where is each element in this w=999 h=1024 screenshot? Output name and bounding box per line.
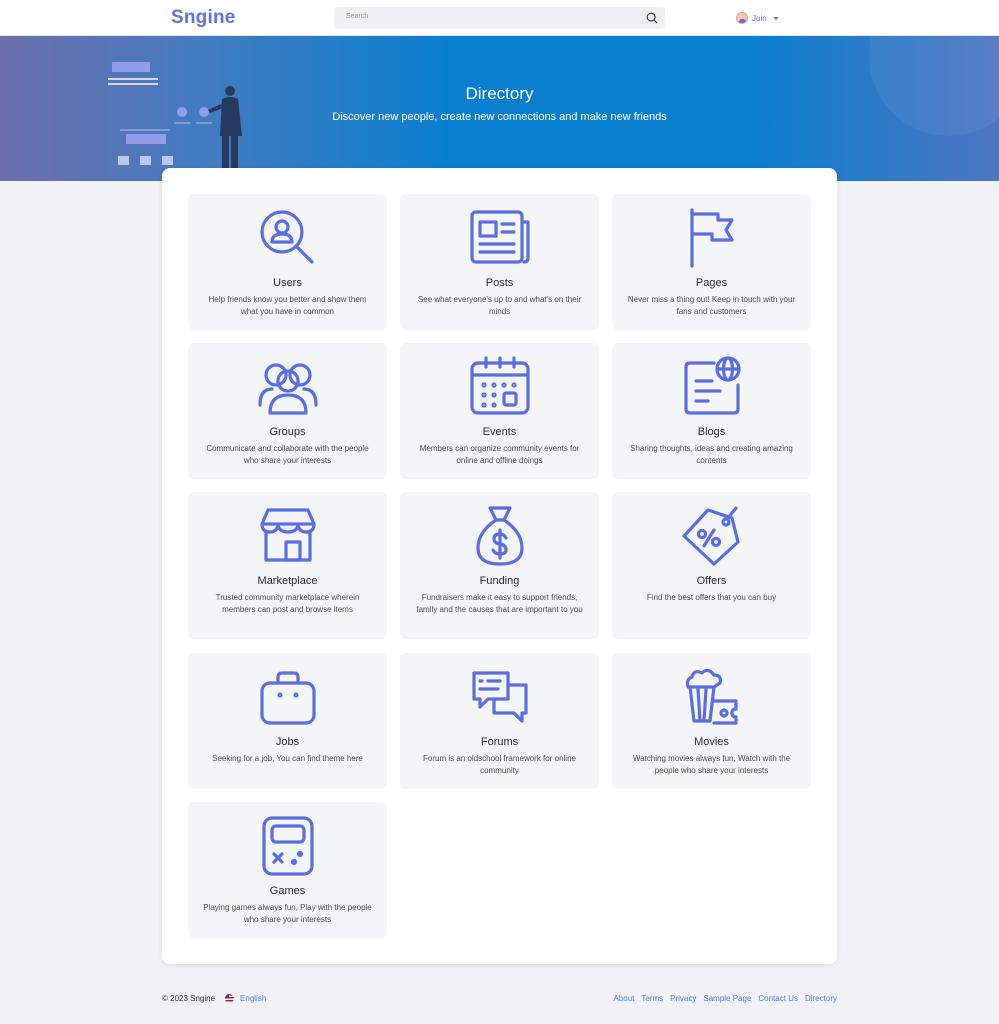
tile-title: Groups <box>269 426 306 438</box>
join-dropdown[interactable]: Join <box>736 11 779 25</box>
tile-title: Posts <box>485 277 514 289</box>
tile-description: Find the best offers that you can buy <box>646 593 777 602</box>
tile-title: Marketplace <box>257 575 318 587</box>
tile-description: Members can organize community events fo… <box>419 444 580 465</box>
tile-funding[interactable]: Funding Fundraisers make it easy to supp… <box>400 492 599 639</box>
site-logo[interactable]: Sngine <box>171 7 236 29</box>
language-selector[interactable]: English <box>225 994 266 1003</box>
tile-description: Help friends know you better and show th… <box>208 295 367 316</box>
footer-link-about[interactable]: About <box>613 994 634 1003</box>
tile-title: Blogs <box>697 426 726 438</box>
tile-description: Playing games always fun, Play with the … <box>203 903 372 924</box>
tile-offers[interactable]: Offers Find the best offers that you can… <box>612 492 811 639</box>
tile-title: Games <box>269 885 306 897</box>
users-search-icon <box>256 206 320 270</box>
game-console-icon <box>256 814 320 878</box>
tile-description: Never miss a thing out! Keep in touch wi… <box>627 295 796 316</box>
page-subtitle: Discover new people, create new connecti… <box>332 111 667 123</box>
footer-links: About Terms Privacy Sample Page Contact … <box>613 994 837 1003</box>
tile-title: Jobs <box>275 736 300 748</box>
tile-description: Communicate and collaborate with the peo… <box>206 444 369 465</box>
language-label: English <box>240 994 267 1003</box>
tile-pages[interactable]: Pages Never miss a thing out! Keep in to… <box>612 194 811 330</box>
tile-jobs[interactable]: Jobs Seeking for a job, You can find the… <box>188 653 387 789</box>
tile-description: Sharing thoughts, ideas and creating ama… <box>630 444 793 465</box>
tile-description: See what everyone's up to and what's on … <box>417 295 582 316</box>
tile-description: Trusted community marketplace wherein me… <box>215 593 360 614</box>
tile-users[interactable]: Users Help friends know you better and s… <box>188 194 387 330</box>
directory-panel: Users Help friends know you better and s… <box>162 168 837 964</box>
tile-groups[interactable]: Groups Communicate and collaborate with … <box>188 343 387 479</box>
footer-link-privacy[interactable]: Privacy <box>670 994 696 1003</box>
briefcase-icon <box>256 665 320 729</box>
top-navbar: Sngine Search Join <box>0 0 999 36</box>
search-placeholder: Search <box>346 13 369 20</box>
copyright: © 2023 Sngine <box>162 994 216 1003</box>
search-icon[interactable] <box>645 11 659 25</box>
chat-bubbles-icon <box>468 665 532 729</box>
tile-title: Forums <box>480 736 519 748</box>
directory-hero: Directory Discover new people, create ne… <box>0 36 999 181</box>
tile-movies[interactable]: Movies Watching movies always fun, Watch… <box>612 653 811 789</box>
tile-events[interactable]: Events Members can organize community ev… <box>400 343 599 479</box>
join-label: Join <box>752 13 767 23</box>
footer-link-contact-us[interactable]: Contact Us <box>758 994 798 1003</box>
tile-title: Funding <box>479 575 520 587</box>
flag-icon <box>680 206 744 270</box>
chevron-down-icon <box>772 16 779 20</box>
tile-description: Fundraisers make it easy to support frie… <box>416 593 583 614</box>
footer-link-terms[interactable]: Terms <box>641 994 663 1003</box>
us-flag-icon <box>225 994 235 1003</box>
popcorn-ticket-icon <box>680 665 744 729</box>
avatar <box>736 12 748 24</box>
tile-title: Movies <box>694 736 729 748</box>
tile-forums[interactable]: Forums Forum is an oldschool framework f… <box>400 653 599 789</box>
tile-posts[interactable]: Posts See what everyone's up to and what… <box>400 194 599 330</box>
newspaper-icon <box>468 206 532 270</box>
footer-link-sample-page[interactable]: Sample Page <box>703 994 751 1003</box>
tile-description: Forum is an oldschool framework for onli… <box>423 754 576 775</box>
tile-games[interactable]: Games Playing games always fun, Play wit… <box>188 802 387 938</box>
footer-left: © 2023 Sngine English <box>162 994 266 1003</box>
tile-title: Offers <box>696 575 727 587</box>
tile-title: Users <box>273 277 302 289</box>
tile-description: Seeking for a job, You can find theme he… <box>212 754 363 763</box>
group-icon <box>256 355 320 419</box>
tile-title: Pages <box>695 277 728 289</box>
tile-blogs[interactable]: Blogs Sharing thoughts, ideas and creati… <box>612 343 811 479</box>
money-bag-icon <box>468 504 532 568</box>
page-title: Directory <box>465 84 534 103</box>
footer-link-directory[interactable]: Directory <box>805 994 837 1003</box>
discount-tag-icon <box>680 504 744 568</box>
tile-description: Watching movies always fun, Watch with t… <box>632 754 791 775</box>
tile-title: Events <box>482 426 517 438</box>
tile-marketplace[interactable]: Marketplace Trusted community marketplac… <box>188 492 387 639</box>
search-input[interactable]: Search <box>334 7 665 29</box>
store-icon <box>256 504 320 568</box>
blog-globe-icon <box>680 355 744 419</box>
calendar-icon <box>468 355 532 419</box>
